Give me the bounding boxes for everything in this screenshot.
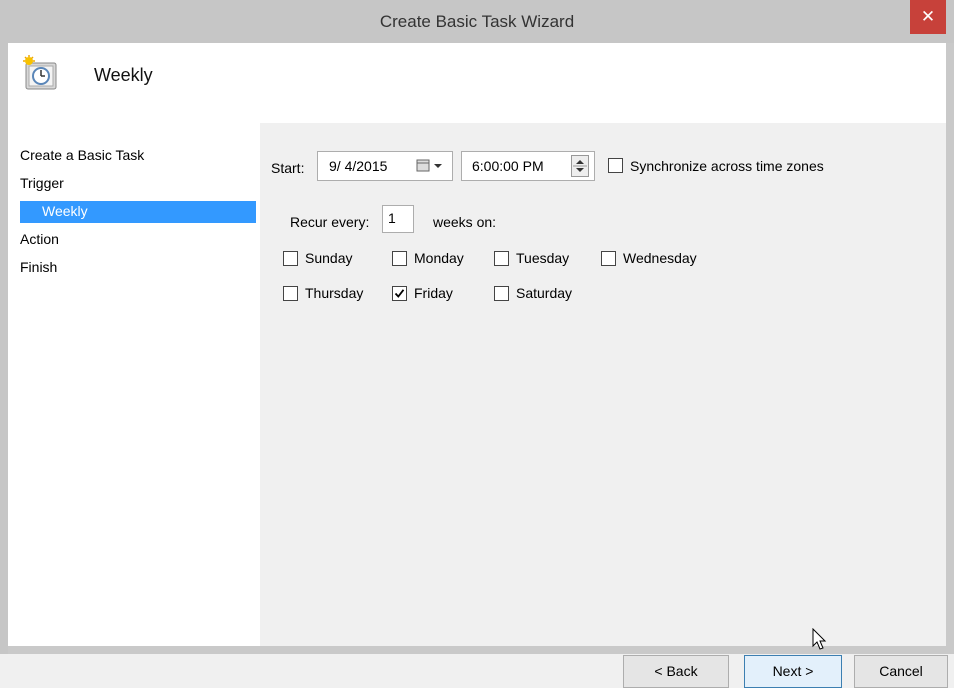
sunday-label: Sunday <box>305 250 353 266</box>
tuesday-checkbox[interactable] <box>494 251 509 266</box>
task-scheduler-clock-icon <box>22 55 60 93</box>
recur-every-label: Recur every: <box>290 214 370 230</box>
wizard-window: Create Basic Task Wizard ✕ Weekly Create… <box>0 0 954 688</box>
start-label: Start: <box>271 160 305 176</box>
close-icon: ✕ <box>920 7 936 26</box>
mouse-pointer-icon <box>812 628 827 650</box>
checkmark-icon <box>394 289 405 298</box>
monday-checkbox[interactable] <box>392 251 407 266</box>
start-date-value: 9/ 4/2015 <box>329 158 388 174</box>
sunday-checkbox[interactable] <box>283 251 298 266</box>
monday-label: Monday <box>414 250 464 266</box>
friday-label: Friday <box>414 285 453 301</box>
wednesday-label: Wednesday <box>623 250 697 266</box>
step-trigger: Trigger <box>20 175 64 191</box>
wizard-client-area: Weekly Create a Basic Task Trigger Weekl… <box>8 43 948 688</box>
step-action: Action <box>20 231 59 247</box>
page-title: Weekly <box>94 65 153 85</box>
close-button[interactable]: ✕ <box>910 0 946 34</box>
cancel-button[interactable]: Cancel <box>854 655 948 688</box>
time-spinner[interactable] <box>571 155 589 177</box>
start-time-field[interactable]: 6:00:00 PM <box>461 151 595 181</box>
trigger-settings-panel: Start: 9/ 4/2015 6:00:00 PM Synchronize … <box>260 123 948 688</box>
window-border <box>0 43 8 654</box>
wizard-steps-sidebar: Create a Basic Task Trigger Weekly Actio… <box>8 123 260 646</box>
recur-weeks-value: 1 <box>388 210 396 226</box>
recur-weeks-input[interactable]: 1 <box>382 205 414 233</box>
saturday-checkbox[interactable] <box>494 286 509 301</box>
sync-time-zones-label: Synchronize across time zones <box>630 158 824 174</box>
next-button[interactable]: Next > <box>744 655 842 688</box>
back-button[interactable]: < Back <box>623 655 729 688</box>
friday-checkbox[interactable] <box>392 286 407 301</box>
thursday-label: Thursday <box>305 285 364 301</box>
wizard-header: Weekly <box>8 43 946 123</box>
saturday-label: Saturday <box>516 285 573 301</box>
weeks-on-label: weeks on: <box>433 214 497 230</box>
start-date-picker[interactable]: 9/ 4/2015 <box>317 151 453 181</box>
sync-time-zones-checkbox[interactable] <box>608 158 623 173</box>
step-finish: Finish <box>20 259 58 275</box>
calendar-dropdown-icon[interactable] <box>416 158 444 177</box>
step-weekly: Weekly <box>20 201 256 223</box>
thursday-checkbox[interactable] <box>283 286 298 301</box>
step-create-basic-task: Create a Basic Task <box>20 147 145 163</box>
wednesday-checkbox[interactable] <box>601 251 616 266</box>
tuesday-label: Tuesday <box>516 250 570 266</box>
start-time-value: 6:00:00 PM <box>472 158 544 174</box>
window-title: Create Basic Task Wizard <box>379 12 575 31</box>
title-bar[interactable]: Create Basic Task Wizard ✕ <box>0 0 954 43</box>
